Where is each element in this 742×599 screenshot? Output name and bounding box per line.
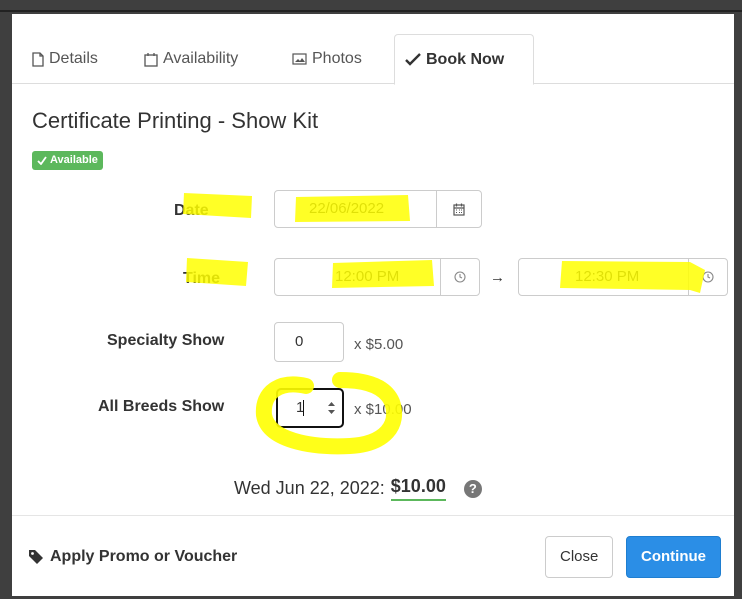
file-icon [32,51,44,67]
end-time-picker-button[interactable] [688,259,727,295]
time-range-arrow: → [490,269,505,286]
start-time-value: 12:00 PM [335,268,400,285]
status-badge-label: Available [50,154,98,166]
tag-icon [29,550,43,564]
end-time-input[interactable]: 12:30 PM [518,258,728,296]
page-title: Certificate Printing - Show Kit [32,108,319,133]
date-value: 22/06/2022 [309,200,385,217]
specialty-show-label: Specialty Show [107,332,225,349]
end-time-value: 12:30 PM [575,268,640,285]
clock-icon [454,271,466,283]
all-breeds-show-quantity[interactable]: 1 [276,388,344,428]
specialty-show-price: x $5.00 [354,336,404,353]
tab-label: Book Now [426,50,505,68]
calendar-icon [453,203,465,216]
continue-button[interactable]: Continue [626,536,721,578]
tab-photos[interactable]: Photos [282,34,372,84]
calendar-icon [144,52,158,67]
tab-label: Details [49,50,98,67]
close-button[interactable]: Close [545,536,614,578]
tab-label: Availability [163,50,239,67]
text-cursor [303,400,304,416]
date-picker-button[interactable] [436,191,481,227]
date-input[interactable]: 22/06/2022 [274,190,482,228]
all-breeds-show-price: x $10.00 [354,401,412,418]
clock-icon [702,271,714,283]
image-icon [292,53,307,65]
specialty-show-quantity[interactable]: 0 [274,322,344,362]
backdrop-edge [0,10,742,12]
tab-details[interactable]: Details [22,34,108,84]
tab-label: Photos [312,50,362,67]
modal-footer: Apply Promo or Voucher Close Continue [12,515,734,596]
status-badge: Available [32,151,103,170]
start-time-picker-button[interactable] [440,259,479,295]
booking-modal: Details Availability Photos Book Now Cer… [12,14,734,596]
specialty-show-value: 0 [295,333,304,350]
tab-bar: Details Availability Photos Book Now [12,14,734,85]
apply-promo-link[interactable]: Apply Promo or Voucher [28,548,237,566]
summary-price: $10.00 [390,476,446,501]
date-label: Date [174,202,209,219]
spinner-arrows-icon[interactable] [327,401,336,415]
check-icon [405,53,421,66]
tab-availability[interactable]: Availability [134,34,248,84]
apply-promo-label: Apply Promo or Voucher [50,548,238,565]
all-breeds-show-label: All Breeds Show [98,398,225,415]
tab-book-now[interactable]: Book Now [394,34,534,85]
start-time-input[interactable]: 12:00 PM [274,258,480,296]
time-label: Time [183,270,221,287]
check-icon [37,156,47,165]
help-icon[interactable]: ? [463,479,482,498]
summary-date: Wed Jun 22, 2022: [234,478,385,498]
booking-summary: Wed Jun 22, 2022: $10.00 ? [234,476,482,501]
